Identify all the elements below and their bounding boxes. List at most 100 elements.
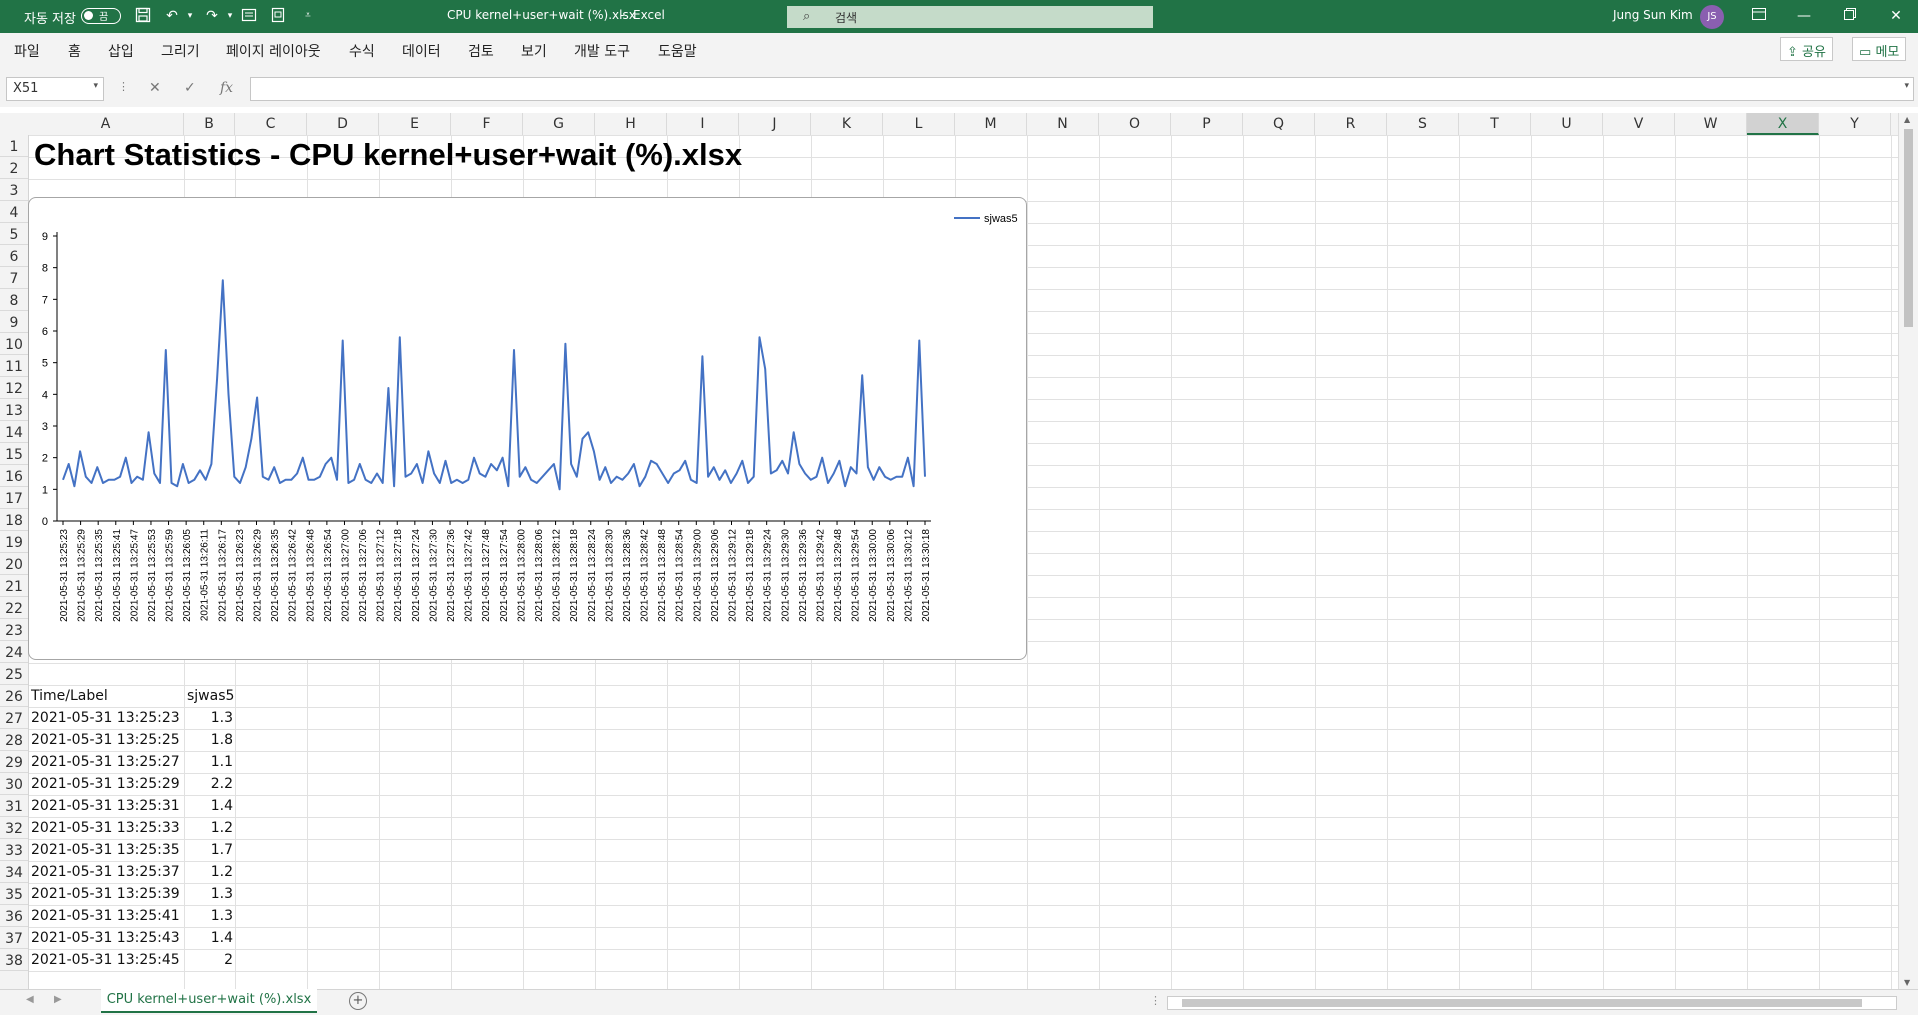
column-header-x[interactable]: X <box>1747 113 1819 135</box>
row-header-37[interactable]: 37 <box>0 927 28 949</box>
row-header-34[interactable]: 34 <box>0 861 28 883</box>
table-cell-time[interactable]: 2021-05-31 13:25:41 <box>31 908 180 924</box>
column-header-p[interactable]: P <box>1171 113 1243 135</box>
sheet-tab-active[interactable]: CPU kernel+user+wait (%).xlsx <box>101 989 317 1013</box>
column-header-m[interactable]: M <box>955 113 1027 135</box>
column-header-a[interactable]: A <box>28 113 184 135</box>
prev-sheet-icon[interactable]: ◀ <box>26 994 34 1005</box>
autosave-toggle[interactable]: 끔 <box>81 8 121 24</box>
row-header-36[interactable]: 36 <box>0 905 28 927</box>
share-button[interactable]: ⇪ 공유 <box>1780 37 1833 61</box>
print-preview-icon[interactable] <box>240 7 258 25</box>
tab-home[interactable]: 홈 <box>68 41 81 61</box>
row-header-30[interactable]: 30 <box>0 773 28 795</box>
column-header-o[interactable]: O <box>1099 113 1171 135</box>
row-header-18[interactable]: 18 <box>0 509 28 531</box>
tab-review[interactable]: 검토 <box>468 41 494 61</box>
column-header-u[interactable]: U <box>1531 113 1603 135</box>
row-header-10[interactable]: 10 <box>0 333 28 355</box>
minimize-icon[interactable]: — <box>1795 7 1813 25</box>
row-header-14[interactable]: 14 <box>0 421 28 443</box>
scroll-up-icon[interactable]: ▲ <box>1904 115 1910 124</box>
redo-dropdown-icon[interactable]: ▾ <box>221 7 239 25</box>
column-header-v[interactable]: V <box>1603 113 1675 135</box>
row-header-16[interactable]: 16 <box>0 465 28 487</box>
row-header-19[interactable]: 19 <box>0 531 28 553</box>
column-header-j[interactable]: J <box>739 113 811 135</box>
row-header-38[interactable]: 38 <box>0 949 28 971</box>
table-cell-time[interactable]: 2021-05-31 13:25:45 <box>31 952 180 968</box>
row-header-20[interactable]: 20 <box>0 553 28 575</box>
table-cell-value[interactable]: 1.4 <box>185 798 233 814</box>
column-header-s[interactable]: S <box>1387 113 1459 135</box>
table-cell-value[interactable]: 1.8 <box>185 732 233 748</box>
table-cell-time[interactable]: 2021-05-31 13:25:27 <box>31 754 180 770</box>
table-cell-value[interactable]: 1.3 <box>185 908 233 924</box>
table-cell-value[interactable]: 1.3 <box>185 886 233 902</box>
tab-help[interactable]: 도움말 <box>658 41 697 61</box>
form-icon[interactable] <box>269 7 287 25</box>
column-header-d[interactable]: D <box>307 113 379 135</box>
ribbon-display-icon[interactable] <box>1750 7 1768 25</box>
expand-formula-icon[interactable]: ▾ <box>1904 81 1909 91</box>
row-header-28[interactable]: 28 <box>0 729 28 751</box>
column-header-l[interactable]: L <box>883 113 955 135</box>
row-header-27[interactable]: 27 <box>0 707 28 729</box>
row-header-35[interactable]: 35 <box>0 883 28 905</box>
table-cell-value[interactable]: 1.3 <box>185 710 233 726</box>
tab-file[interactable]: 파일 <box>14 41 40 61</box>
column-header-t[interactable]: T <box>1459 113 1531 135</box>
table-cell-value[interactable]: 1.2 <box>185 820 233 836</box>
table-cell-time[interactable]: 2021-05-31 13:25:23 <box>31 710 180 726</box>
column-header-f[interactable]: F <box>451 113 523 135</box>
column-header-h[interactable]: H <box>595 113 667 135</box>
column-header-r[interactable]: R <box>1315 113 1387 135</box>
table-cell-value[interactable]: 2 <box>185 952 233 968</box>
table-cell-value[interactable]: 2.2 <box>185 776 233 792</box>
column-header-q[interactable]: Q <box>1243 113 1315 135</box>
column-header-y[interactable]: Y <box>1819 113 1891 135</box>
close-icon[interactable]: ✕ <box>1887 7 1905 25</box>
row-header-15[interactable]: 15 <box>0 443 28 465</box>
table-cell-value[interactable]: 1.4 <box>185 930 233 946</box>
row-header-26[interactable]: 26 <box>0 685 28 707</box>
row-header-25[interactable]: 25 <box>0 663 28 685</box>
formula-input[interactable]: ▾ <box>250 77 1914 101</box>
tab-formulas[interactable]: 수식 <box>349 41 375 61</box>
row-header-17[interactable]: 17 <box>0 487 28 509</box>
table-cell-value[interactable]: 1.7 <box>185 842 233 858</box>
table-cell-value[interactable]: 1.2 <box>185 864 233 880</box>
vertical-scroll-thumb[interactable] <box>1904 129 1913 327</box>
row-header-7[interactable]: 7 <box>0 267 28 289</box>
column-header-g[interactable]: G <box>523 113 595 135</box>
undo-dropdown-icon[interactable]: ▾ <box>181 7 199 25</box>
chevron-down-icon[interactable]: ▾ <box>93 81 98 91</box>
column-header-i[interactable]: I <box>667 113 739 135</box>
tab-draw[interactable]: 그리기 <box>161 41 200 61</box>
row-header-21[interactable]: 21 <box>0 575 28 597</box>
cancel-icon[interactable]: ✕ <box>149 80 161 96</box>
tab-developer[interactable]: 개발 도구 <box>574 41 630 61</box>
row-header-3[interactable]: 3 <box>0 179 28 201</box>
table-header-cell[interactable]: Time/Label <box>31 688 108 704</box>
table-cell-time[interactable]: 2021-05-31 13:25:39 <box>31 886 180 902</box>
next-sheet-icon[interactable]: ▶ <box>54 994 62 1005</box>
column-header-b[interactable]: B <box>184 113 235 135</box>
table-cell-time[interactable]: 2021-05-31 13:25:33 <box>31 820 180 836</box>
comments-button[interactable]: ▭ 메모 <box>1852 37 1907 61</box>
table-cell-time[interactable]: 2021-05-31 13:25:25 <box>31 732 180 748</box>
table-cell-value[interactable]: 1.1 <box>185 754 233 770</box>
save-icon[interactable] <box>134 7 152 25</box>
table-cell-time[interactable]: 2021-05-31 13:25:29 <box>31 776 180 792</box>
column-header-c[interactable]: C <box>235 113 307 135</box>
column-header-w[interactable]: W <box>1675 113 1747 135</box>
horizontal-scroll-thumb[interactable] <box>1182 999 1862 1007</box>
table-cell-time[interactable]: 2021-05-31 13:25:31 <box>31 798 180 814</box>
customize-toolbar-icon[interactable]: ⩡ <box>299 7 317 25</box>
row-header-1[interactable]: 1 <box>0 135 28 157</box>
enter-icon[interactable]: ✓ <box>184 80 196 96</box>
row-header-2[interactable]: 2 <box>0 157 28 179</box>
row-header-6[interactable]: 6 <box>0 245 28 267</box>
column-header-k[interactable]: K <box>811 113 883 135</box>
name-box[interactable]: X51 ▾ <box>6 77 104 101</box>
